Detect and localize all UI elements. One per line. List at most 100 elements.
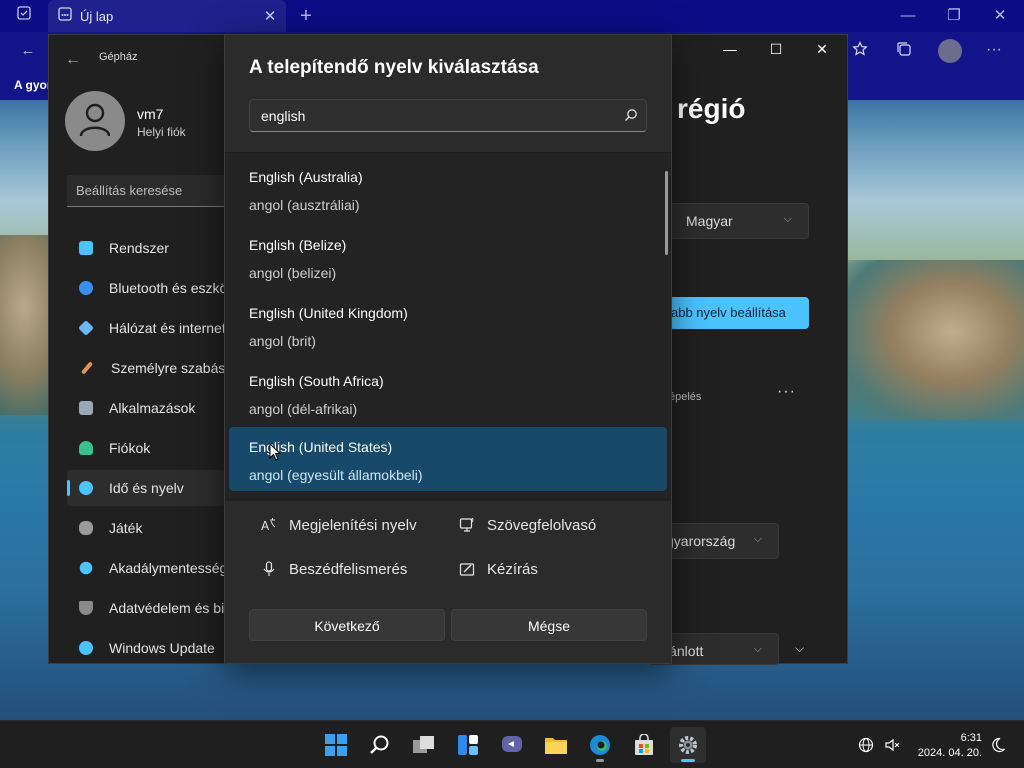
- sidebar-item-bluetooth[interactable]: Bluetooth és eszközök: [67, 270, 225, 306]
- display-language-dropdown[interactable]: Magyar ⌵: [669, 203, 809, 239]
- feature-label: Kézírás: [487, 560, 538, 578]
- settings-back-icon[interactable]: ←: [65, 51, 81, 69]
- sidebar-item-time-language[interactable]: Idő és nyelv: [67, 470, 225, 506]
- language-option[interactable]: English (Belize) angol (belizei): [229, 225, 667, 289]
- chevron-down-icon: ⌵: [753, 533, 762, 545]
- new-tab-plus-icon[interactable]: +: [296, 6, 316, 26]
- update-icon: [79, 641, 93, 655]
- brush-icon: [80, 361, 94, 375]
- teams-chat-button[interactable]: [494, 727, 530, 763]
- sidebar-item-network[interactable]: Hálózat és internet: [67, 310, 225, 346]
- feature-text-to-speech: Szövegfelolvasó: [457, 513, 596, 537]
- sidebar-item-label: Hálózat és internet: [109, 320, 225, 336]
- list-bottom-divider: [225, 499, 671, 500]
- tab-actions-icon[interactable]: [14, 6, 34, 26]
- bluetooth-icon: [79, 281, 93, 295]
- sidebar-item-label: Adatvédelem és biztonság: [109, 600, 225, 616]
- cancel-button[interactable]: Mégse: [451, 609, 647, 641]
- task-view-button[interactable]: [406, 727, 442, 763]
- sidebar-item-label: Játék: [109, 520, 143, 536]
- tab-title: Új lap: [80, 8, 114, 24]
- settings-minimize-icon[interactable]: —: [715, 41, 745, 61]
- sidebar-item-label: Rendszer: [109, 240, 169, 256]
- tab-close-icon[interactable]: ✕: [260, 7, 280, 25]
- collections-icon[interactable]: [894, 41, 914, 61]
- language-local-name: angol (belizei): [249, 265, 337, 281]
- back-arrow-icon[interactable]: ←: [18, 41, 38, 61]
- sidebar-item-accounts[interactable]: Fiókok: [67, 430, 225, 466]
- add-language-button[interactable]: abb nyelv beállítása: [669, 297, 809, 329]
- chat-icon: [502, 736, 522, 752]
- sidebar-item-label: Alkalmazások: [109, 400, 196, 416]
- taskbar-search-button[interactable]: [362, 727, 398, 763]
- add-language-label: abb nyelv beállítása: [671, 305, 786, 320]
- feature-label: Megjelenítési nyelv: [289, 516, 417, 534]
- sidebar-item-windows-update[interactable]: Windows Update: [67, 630, 225, 666]
- folder-icon: [545, 738, 567, 754]
- user-avatar: [65, 91, 125, 151]
- language-option[interactable]: English (South Africa) angol (dél-afrika…: [229, 361, 667, 425]
- microphone-icon: [259, 559, 279, 579]
- sidebar-item-system[interactable]: Rendszer: [67, 230, 225, 266]
- sidebar-item-gaming[interactable]: Játék: [67, 510, 225, 546]
- system-clock[interactable]: 6:31 2024. 04. 20.: [912, 731, 982, 761]
- file-explorer-button[interactable]: [538, 727, 574, 763]
- browser-titlebar: Új lap ✕ + — ❐ ✕: [0, 0, 1024, 32]
- favorites-item[interactable]: A gyor: [14, 78, 52, 92]
- store-button[interactable]: [626, 727, 662, 763]
- sidebar-item-privacy[interactable]: Adatvédelem és biztonság: [67, 590, 225, 626]
- settings-search-input[interactable]: Beállítás keresése: [67, 175, 225, 207]
- apps-icon: [79, 401, 93, 415]
- language-local-name: angol (dél-afrikai): [249, 401, 358, 417]
- display-language-icon: A: [259, 515, 279, 535]
- sidebar-item-label: Bluetooth és eszközök: [109, 280, 225, 296]
- gaming-icon: [79, 521, 93, 535]
- taskbar: 6:31 2024. 04. 20.: [0, 720, 1024, 768]
- edge-icon: [590, 735, 610, 755]
- sidebar-item-apps[interactable]: Alkalmazások: [67, 390, 225, 426]
- browser-tab[interactable]: Új lap ✕: [48, 0, 286, 32]
- language-search-input[interactable]: english: [249, 99, 647, 132]
- settings-app-button[interactable]: [670, 727, 706, 763]
- profile-avatar-icon[interactable]: [938, 39, 962, 63]
- focus-moon-icon[interactable]: [988, 735, 1008, 755]
- start-button[interactable]: [318, 727, 354, 763]
- handwriting-icon: [457, 559, 477, 579]
- feature-label: Szövegfelolvasó: [487, 516, 597, 534]
- next-button[interactable]: Következő: [249, 609, 445, 641]
- restore-icon[interactable]: ❐: [944, 6, 964, 26]
- store-icon: [635, 734, 653, 755]
- user-name: vm7: [137, 106, 164, 122]
- language-globe-icon[interactable]: [856, 735, 876, 755]
- task-view-icon: [413, 736, 434, 753]
- sidebar-item-accessibility[interactable]: Akadálymentesség: [67, 550, 225, 586]
- windows-logo-icon: [325, 734, 347, 756]
- language-option-selected[interactable]: English (United States) angol (egyesült …: [229, 427, 667, 491]
- chevron-down-icon: ⌵: [753, 643, 762, 655]
- language-option[interactable]: English (United Kingdom) angol (brit): [229, 293, 667, 357]
- more-options-icon[interactable]: ···: [777, 383, 796, 401]
- settings-maximize-icon[interactable]: ☐: [761, 41, 791, 61]
- widgets-button[interactable]: [450, 727, 486, 763]
- language-option[interactable]: English (Australia) angol (ausztráliai): [229, 157, 667, 221]
- settings-sidebar: ← Gépház vm7 Helyi fiók Beállítás keresé…: [49, 35, 225, 663]
- expand-chevron-icon[interactable]: ⌵: [795, 641, 804, 656]
- time-language-icon: [79, 481, 93, 495]
- search-value: english: [261, 108, 306, 124]
- search-icon[interactable]: [624, 108, 638, 125]
- user-account-type: Helyi fiók: [137, 125, 186, 139]
- close-window-icon[interactable]: ✕: [990, 6, 1010, 26]
- text-to-speech-icon: [457, 515, 477, 535]
- edge-browser-button[interactable]: [582, 727, 618, 763]
- language-name: English (South Africa): [249, 373, 384, 389]
- favorite-star-icon[interactable]: [850, 41, 870, 61]
- speaker-muted-icon[interactable]: [882, 735, 902, 755]
- settings-close-icon[interactable]: ✕: [807, 41, 837, 61]
- search-icon: [370, 735, 389, 754]
- more-options-icon[interactable]: ···: [984, 40, 1004, 60]
- minimize-icon[interactable]: —: [898, 6, 918, 26]
- sidebar-item-personalization[interactable]: Személyre szabás: [67, 350, 225, 386]
- sidebar-item-label: Akadálymentesség: [109, 560, 225, 576]
- list-scrollbar[interactable]: [665, 171, 668, 255]
- mouse-cursor-icon: [269, 443, 281, 461]
